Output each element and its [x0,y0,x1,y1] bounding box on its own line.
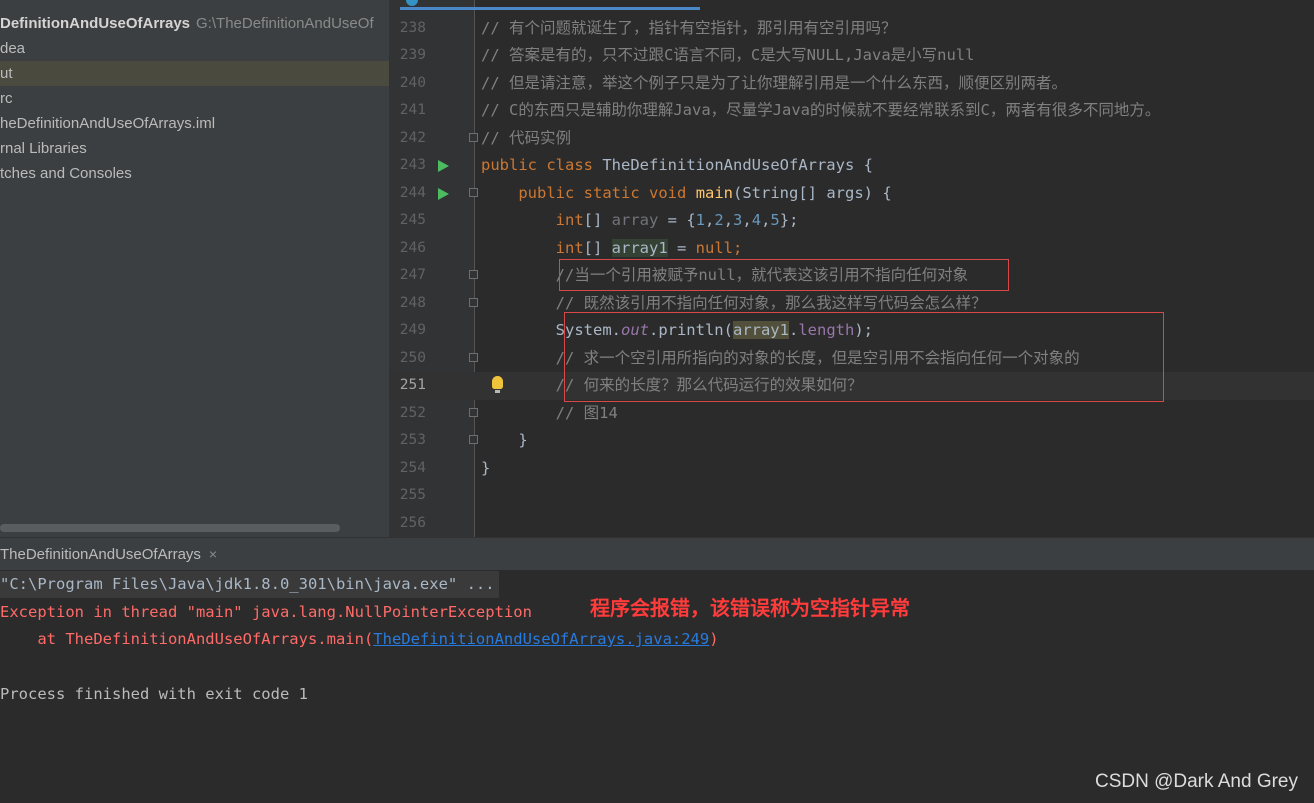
code-editor[interactable]: 238 // 有个问题就诞生了，指针有空指针，那引用有空引用吗？ 239 // 答案是… [390,0,1314,537]
line-number: 247 [399,267,426,283]
project-toolbar [220,0,370,6]
code-text: // 但是请注意，举这个例子只是为了让你理解引用是一个什么东西，顺便区别两者。 [481,73,1067,92]
fold-marker-icon[interactable] [469,435,478,444]
line-number: 241 [399,102,426,118]
line-number: 239 [399,47,426,63]
line-number: 253 [399,432,426,448]
stack-prefix: at TheDefinitionAndUseOfArrays.main( [0,630,374,648]
code-line[interactable]: 243 public class TheDefinitionAndUseOfArr… [390,152,1314,180]
code-text: // 既然该引用不指向任何对象，那么我这样写代码会怎么样？ [481,293,987,312]
editor-tab-indicator[interactable] [400,0,700,10]
console-finished-line: Process finished with exit code 1 [0,685,308,703]
code-line[interactable]: 247 //当一个引用被赋予null，就代表这该引用不指向任何对象 [390,262,1314,290]
fold-marker-icon[interactable] [469,187,478,197]
project-panel: DefinitionAndUseOfArrays G:\TheDefinition… [0,0,390,537]
fold-marker-icon[interactable] [469,132,478,142]
code-line[interactable]: 252 // 图14 [390,400,1314,428]
watermark: CSDN @Dark And Grey [1094,771,1298,792]
horizontal-scrollbar[interactable] [0,524,340,532]
java-file-icon [406,0,418,6]
stack-suffix: ) [709,630,719,648]
console-stack-line: at TheDefinitionAndUseOfArrays.main(TheD… [0,626,719,653]
code-line[interactable]: 255 [390,482,1314,510]
error-annotation-text: 程序会报错，该错误称为空指针异常 [590,596,910,620]
code-line[interactable]: 253 } [390,427,1314,455]
close-icon[interactable]: × [209,546,217,562]
code-text: // 有个问题就诞生了，指针有空指针，那引用有空引用吗？ [481,18,897,37]
code-line[interactable]: 248 // 既然该引用不指向任何对象，那么我这样写代码会怎么样？ [390,290,1314,318]
project-root-path: G:\TheDefinitionAndUseOf [196,15,374,32]
line-number: 256 [399,514,426,531]
code-text: // 求一个空引用所指向的对象的长度，但是空引用不会指向任何一个对象的 [481,348,1080,367]
line-number: 238 [399,19,426,36]
run-tabbar: TheDefinitionAndUseOfArrays × [0,537,1314,571]
code-line[interactable]: 256 [390,510,1314,538]
line-number: 249 [399,322,426,338]
code-text: //当一个引用被赋予null，就代表这该引用不指向任何对象 [481,266,969,284]
code-text: // 答案是有的，只不过跟C语言不同，C是大写NULL,Java是小写null [481,46,975,64]
run-tab[interactable]: TheDefinitionAndUseOfArrays × [0,538,227,570]
console-command-line: "C:\Program Files\Java\jdk1.8.0_301\bin\… [0,571,499,598]
tree-item-selected[interactable]: ut [0,61,389,86]
code-line[interactable]: 241 // C的东西只是辅助你理解Java，尽量学Java的时候就不要经常联系到… [390,97,1314,125]
code-line[interactable]: 251 // 何来的长度？那么代码运行的效果如何？ [390,372,1314,400]
tree-item[interactable]: rc [0,86,389,111]
run-gutter-icon[interactable] [438,160,449,172]
code-text: // 何来的长度？那么代码运行的效果如何？ [481,376,863,394]
line-number: 250 [399,349,426,366]
run-tab-label: TheDefinitionAndUseOfArrays [0,546,201,563]
console-exception-line: Exception in thread "main" java.lang.Nul… [0,603,532,621]
project-root[interactable]: DefinitionAndUseOfArrays G:\TheDefinition… [0,11,389,36]
fold-marker-icon[interactable] [469,270,478,279]
line-number: 242 [399,129,426,146]
fold-marker-icon[interactable] [469,297,478,307]
tree-item[interactable]: dea [0,36,389,61]
fold-marker-icon[interactable] [469,407,478,417]
line-number: 243 [399,157,426,173]
code-text: public static void main(String[] args) { [518,183,892,202]
code-text: // 图14 [481,403,618,422]
line-number: 246 [399,239,426,256]
tree-item[interactable]: rnal Libraries [0,136,389,161]
code-line[interactable]: 245 int[] array = {1,2,3,4,5}; [390,207,1314,235]
code-text: System.out.println(array1.length); [481,321,873,339]
line-number: 245 [399,212,426,228]
code-text: } [481,431,528,449]
code-line[interactable]: 254} [390,455,1314,483]
code-line[interactable]: 246 int[] array1 = null; [390,235,1314,263]
line-number: 255 [399,487,426,503]
line-number: 240 [399,74,426,91]
line-number: 254 [399,459,426,476]
line-number: 244 [399,184,426,201]
line-number: 251 [399,377,426,393]
line-number: 248 [399,294,426,311]
code-line[interactable]: 238 // 有个问题就诞生了，指针有空指针，那引用有空引用吗？ [390,15,1314,43]
tree-item[interactable]: tches and Consoles [0,161,389,186]
code-line[interactable]: 239 // 答案是有的，只不过跟C语言不同，C是大写NULL,Java是小写nu… [390,42,1314,70]
run-gutter-icon[interactable] [438,187,449,200]
tree-item[interactable]: heDefinitionAndUseOfArrays.iml [0,111,389,136]
code-text: } [481,458,491,477]
code-text: int[] array1 = null; [555,238,743,257]
code-line[interactable]: 240 // 但是请注意，举这个例子只是为了让你理解引用是一个什么东西，顺便区别两… [390,70,1314,98]
code-text: int[] array = {1,2,3,4,5}; [555,211,799,229]
code-line[interactable]: 250 // 求一个空引用所指向的对象的长度，但是空引用不会指向任何一个对象的 [390,345,1314,373]
code-text: // C的东西只是辅助你理解Java，尽量学Java的时候就不要经常联系到C，两… [481,101,1161,119]
fold-marker-icon[interactable] [469,352,478,362]
code-text: public class TheDefinitionAndUseOfArrays… [481,156,873,174]
code-line[interactable]: 244 public static void main(String[] arg… [390,180,1314,208]
line-number: 252 [399,404,426,421]
code-line[interactable]: 242 // 代码实例 [390,125,1314,153]
code-text: // 代码实例 [481,128,571,147]
project-root-name: DefinitionAndUseOfArrays [0,15,191,32]
stack-source-link[interactable]: TheDefinitionAndUseOfArrays.java:249 [373,630,709,648]
code-line[interactable]: 249 System.out.println(array1.length); [390,317,1314,345]
